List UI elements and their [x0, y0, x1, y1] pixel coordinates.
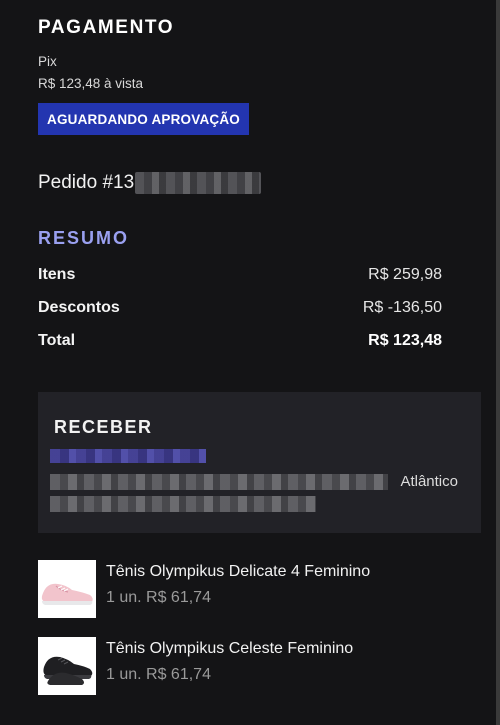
summary-section-title: RESUMO [38, 228, 130, 248]
product-quantity-price: 1 un. R$ 61,74 [106, 666, 211, 683]
product-name: Tênis Olympikus Celeste Feminino [106, 640, 354, 657]
pink-sneaker-icon [41, 583, 93, 605]
address-partial-text: Atlântico [400, 473, 458, 490]
product-thumbnail [38, 637, 96, 695]
product-item[interactable]: Tênis Olympikus Celeste Feminino 1 un. R… [38, 637, 353, 695]
summary-discounts-label: Descontos [38, 299, 120, 316]
summary-row-discounts: Descontos R$ -136,50 [38, 299, 442, 317]
redacted-recipient-name [50, 449, 206, 463]
payment-section-title: PAGAMENTO [38, 17, 175, 38]
summary-total-value: R$ 123,48 [368, 332, 442, 349]
status-badge: AGUARDANDO APROVAÇÃO [38, 103, 249, 135]
product-thumbnail [38, 560, 96, 618]
product-info: Tênis Olympikus Celeste Feminino 1 un. R… [106, 640, 353, 684]
delivery-address-card: RECEBER Atlântico [38, 392, 481, 533]
product-item[interactable]: Tênis Olympikus Delicate 4 Feminino 1 un… [38, 560, 370, 618]
product-info: Tênis Olympikus Delicate 4 Feminino 1 un… [106, 563, 370, 607]
redacted-address-line-2 [50, 496, 316, 512]
redacted-order-number [135, 172, 262, 194]
summary-items-value: R$ 259,98 [368, 266, 442, 283]
order-number-label: Pedido #13 [38, 172, 135, 193]
payment-amount: R$ 123,48 à vista [38, 76, 144, 91]
product-name: Tênis Olympikus Delicate 4 Feminino [106, 563, 371, 580]
summary-items-label: Itens [38, 266, 76, 283]
order-number: Pedido #13 [38, 172, 262, 194]
product-quantity-price: 1 un. R$ 61,74 [106, 589, 211, 606]
receive-section-title: RECEBER [54, 417, 153, 437]
black-sneaker-icon [43, 656, 93, 685]
payment-method: Pix [38, 54, 57, 69]
summary-total-label: Total [38, 332, 76, 349]
summary-row-items: Itens R$ 259,98 [38, 266, 442, 284]
order-details-screen: PAGAMENTO Pix R$ 123,48 à vista AGUARDAN… [0, 0, 500, 725]
summary-row-total: Total R$ 123,48 [38, 332, 442, 350]
redacted-address-line-1 [50, 474, 388, 490]
summary-discounts-value: R$ -136,50 [362, 299, 442, 316]
